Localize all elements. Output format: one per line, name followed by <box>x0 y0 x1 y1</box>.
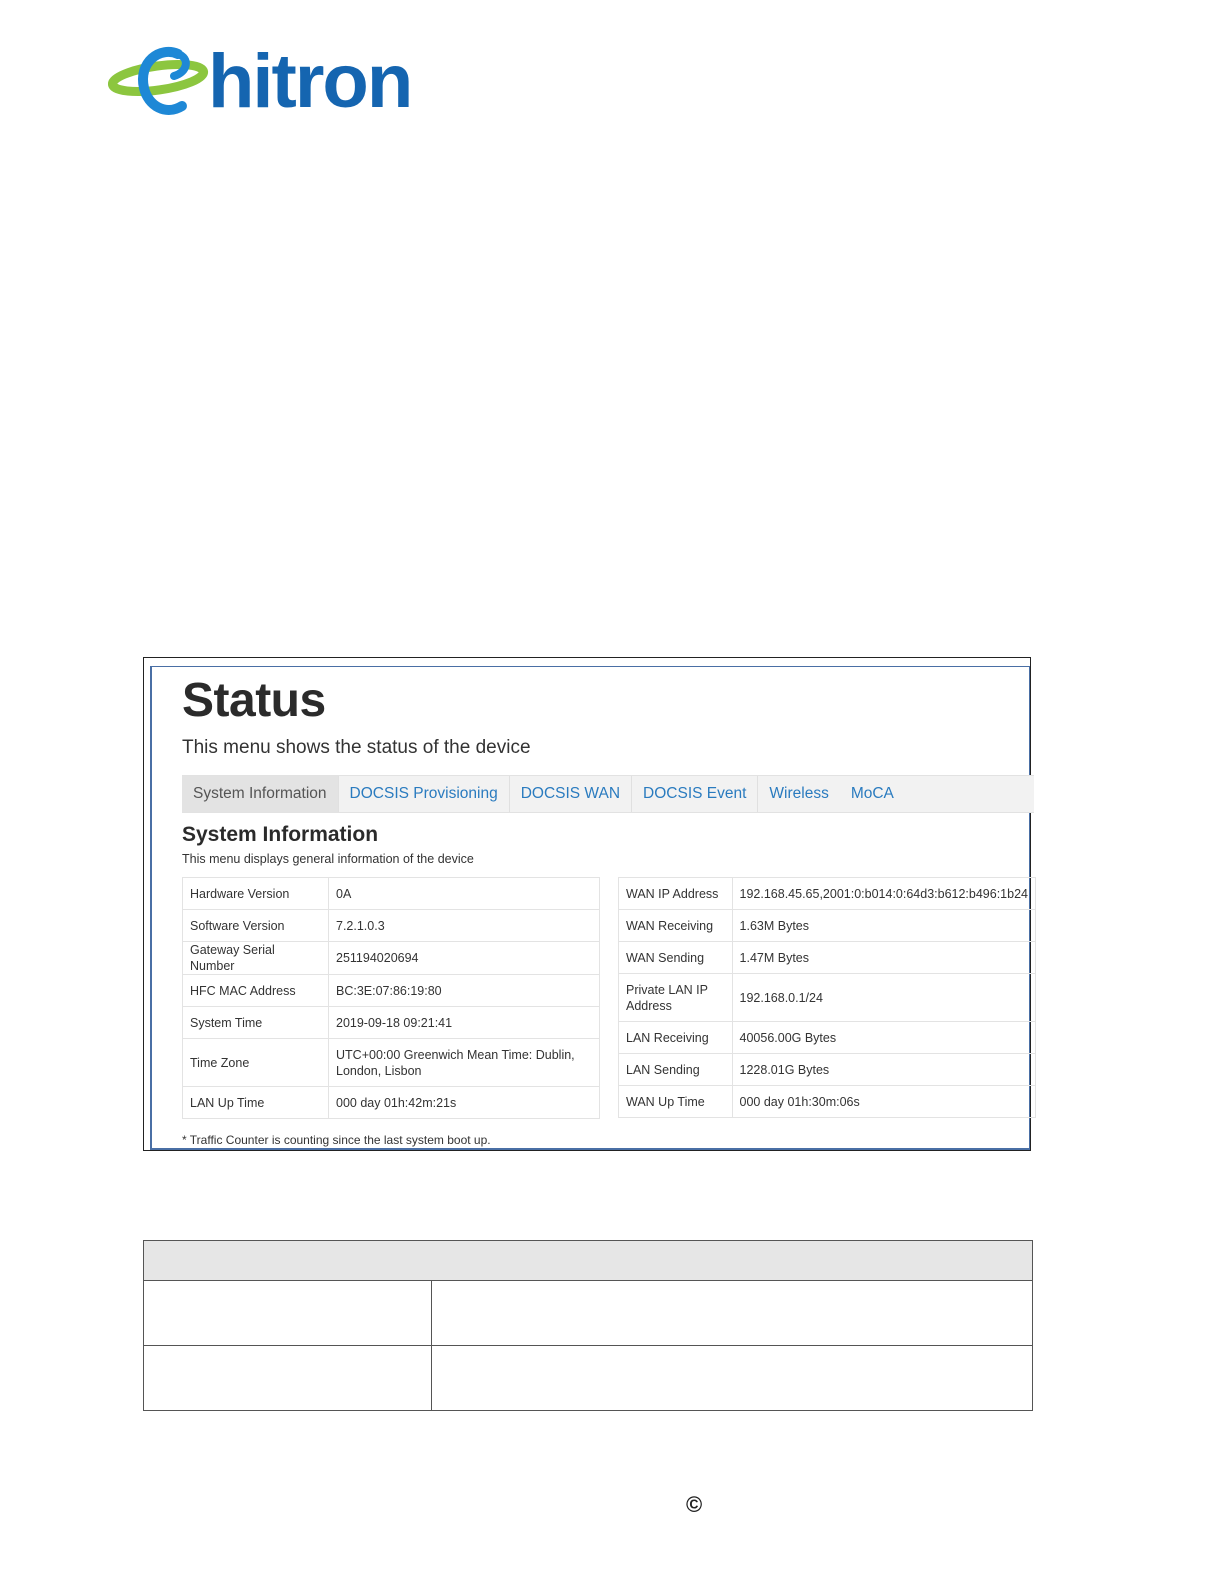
table-cell <box>143 1345 432 1411</box>
row-label: WAN IP Address <box>618 877 733 910</box>
tab-docsis-provisioning[interactable]: DOCSIS Provisioning <box>339 776 510 812</box>
row-value: 0A <box>328 877 600 910</box>
row-value: 40056.00G Bytes <box>731 1021 1037 1054</box>
row-label: HFC MAC Address <box>182 974 329 1007</box>
row-value: 000 day 01h:42m:21s <box>328 1086 600 1119</box>
table-cell <box>431 1280 1033 1346</box>
row-value: 1228.01G Bytes <box>731 1053 1037 1086</box>
row-label: System Time <box>182 1006 329 1039</box>
table-cell <box>431 1345 1033 1411</box>
table-row: LAN Up Time 000 day 01h:42m:21s <box>182 1086 600 1119</box>
tab-docsis-event[interactable]: DOCSIS Event <box>632 776 759 812</box>
status-tabs: System Information DOCSIS Provisioning D… <box>182 775 1034 813</box>
system-info-table: Hardware Version 0A Software Version 7.2… <box>182 877 600 1119</box>
row-value: BC:3E:07:86:19:80 <box>328 974 600 1007</box>
row-label: Time Zone <box>182 1038 329 1087</box>
status-screenshot: Status This menu shows the status of the… <box>143 657 1037 1151</box>
table-row: Time Zone UTC+00:00 Greenwich Mean Time:… <box>182 1038 600 1087</box>
table-row: WAN Receiving 1.63M Bytes <box>618 909 1037 942</box>
row-value: 7.2.1.0.3 <box>328 909 600 942</box>
row-value: UTC+00:00 Greenwich Mean Time: Dublin, L… <box>328 1038 600 1087</box>
tab-moca[interactable]: MoCA <box>840 776 905 812</box>
table-row: LAN Sending 1228.01G Bytes <box>618 1053 1037 1086</box>
table-row: WAN Sending 1.47M Bytes <box>618 941 1037 974</box>
table-row <box>143 1280 1033 1346</box>
table-row: HFC MAC Address BC:3E:07:86:19:80 <box>182 974 600 1007</box>
row-label: LAN Sending <box>618 1053 733 1086</box>
hitron-swoosh-icon <box>108 47 209 115</box>
network-info-table: WAN IP Address 192.168.45.65,2001:0:b014… <box>618 877 1037 1118</box>
section-title: System Information <box>182 823 379 846</box>
row-label: Software Version <box>182 909 329 942</box>
table-cell <box>143 1280 432 1346</box>
row-label: Private LAN IP Address <box>618 973 733 1022</box>
table-row: LAN Receiving 40056.00G Bytes <box>618 1021 1037 1054</box>
row-value: 192.168.0.1/24 <box>731 973 1037 1022</box>
traffic-footnote: * Traffic Counter is counting since the … <box>182 1133 491 1147</box>
table-row: WAN IP Address 192.168.45.65,2001:0:b014… <box>618 877 1037 910</box>
tab-system-information[interactable]: System Information <box>182 776 339 812</box>
table-row: WAN Up Time 000 day 01h:30m:06s <box>618 1085 1037 1118</box>
table-row: Gateway Serial Number 251194020694 <box>182 941 600 975</box>
row-value: 251194020694 <box>328 941 600 975</box>
copyright-symbol: © <box>686 1492 703 1517</box>
table-row: Private LAN IP Address 192.168.0.1/24 <box>618 973 1037 1022</box>
table-row <box>143 1345 1033 1411</box>
row-label: Gateway Serial Number <box>182 941 329 975</box>
row-label: LAN Receiving <box>618 1021 733 1054</box>
row-value: 1.47M Bytes <box>731 941 1037 974</box>
table-header-row <box>143 1240 1033 1281</box>
status-panel: Status This menu shows the status of the… <box>150 666 1037 1150</box>
page-title: Status <box>182 674 326 727</box>
row-label: Hardware Version <box>182 877 329 910</box>
section-subtitle: This menu displays general information o… <box>182 852 474 866</box>
field-description-table <box>143 1240 1033 1411</box>
row-value: 2019-09-18 09:21:41 <box>328 1006 600 1039</box>
row-value: 1.63M Bytes <box>731 909 1037 942</box>
tab-wireless[interactable]: Wireless <box>758 776 839 812</box>
table-row: System Time 2019-09-18 09:21:41 <box>182 1006 600 1039</box>
tab-docsis-wan[interactable]: DOCSIS WAN <box>510 776 633 812</box>
table-header <box>143 1240 1033 1281</box>
logo-wordmark: hitron <box>208 39 413 124</box>
page-subtitle: This menu shows the status of the device <box>182 737 531 758</box>
row-label: WAN Up Time <box>618 1085 733 1118</box>
row-label: WAN Sending <box>618 941 733 974</box>
row-label: WAN Receiving <box>618 909 733 942</box>
hitron-logo: hitron <box>108 42 428 122</box>
row-label: LAN Up Time <box>182 1086 329 1119</box>
row-value: 192.168.45.65,2001:0:b014:0:64d3:b612:b4… <box>731 877 1037 910</box>
row-value: 000 day 01h:30m:06s <box>731 1085 1037 1118</box>
table-row: Software Version 7.2.1.0.3 <box>182 909 600 942</box>
table-row: Hardware Version 0A <box>182 877 600 910</box>
